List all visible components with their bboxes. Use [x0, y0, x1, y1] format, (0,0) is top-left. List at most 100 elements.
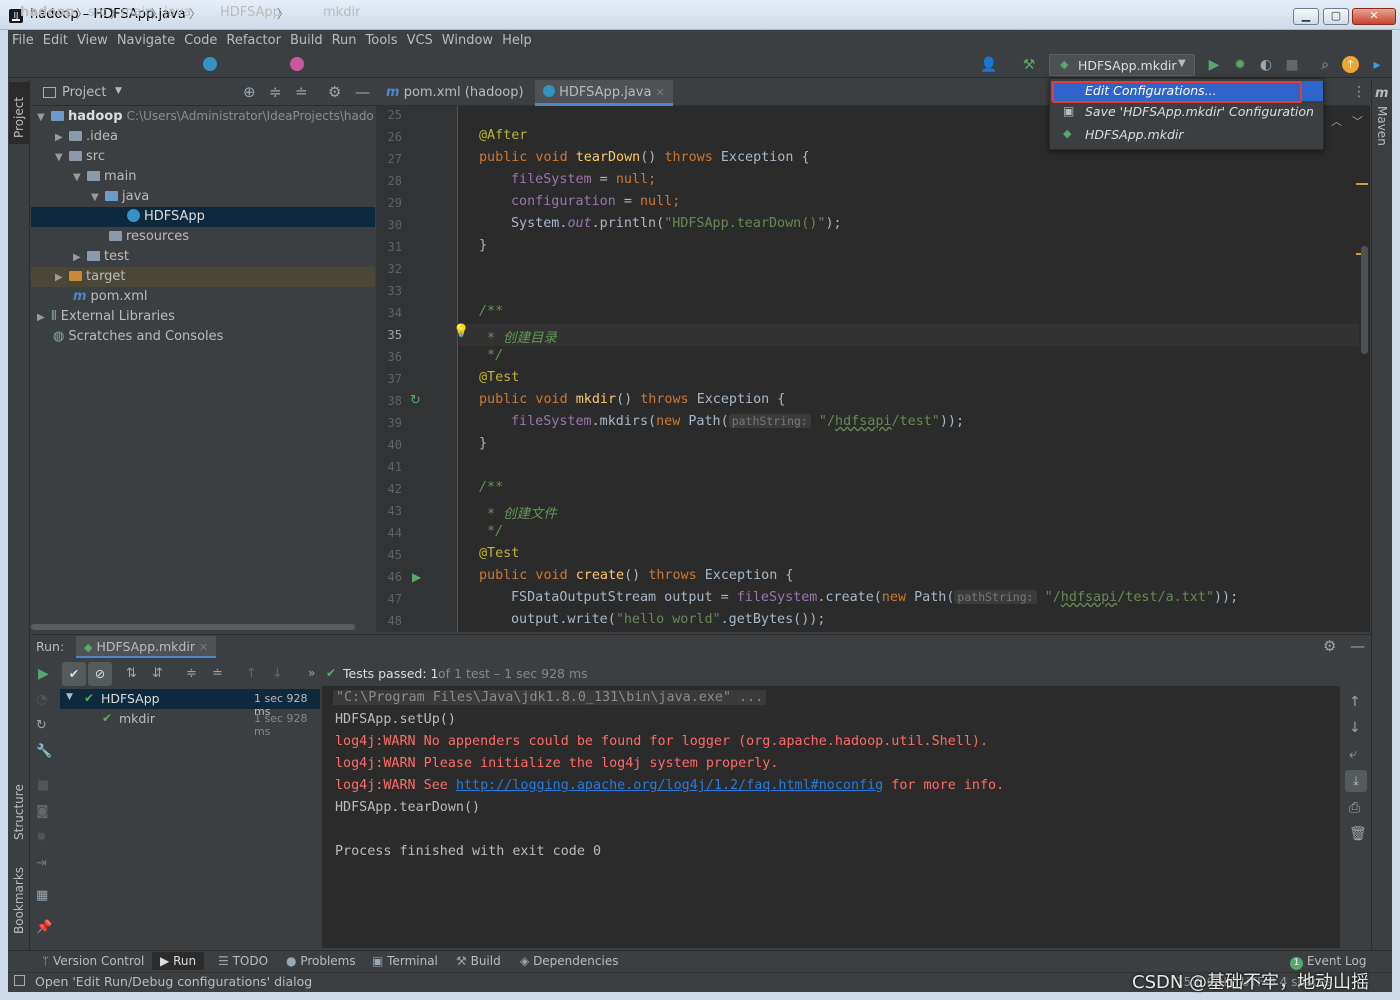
- status-toggle-icon[interactable]: [14, 975, 25, 986]
- menu-view[interactable]: View: [73, 30, 113, 48]
- tab-terminal[interactable]: ▣ Terminal: [372, 954, 438, 968]
- toggle-auto-test-icon[interactable]: ◔: [36, 692, 47, 707]
- line-number[interactable]: 27: [376, 152, 402, 166]
- run-test-icon[interactable]: ↻: [410, 393, 421, 408]
- layout-icon[interactable]: ▦: [36, 888, 48, 903]
- expand-all-icon[interactable]: ≑: [186, 666, 197, 681]
- maven-tool-label[interactable]: Maven: [1375, 106, 1389, 146]
- minimize-button[interactable]: ▁: [1293, 8, 1319, 25]
- line-number[interactable]: 43: [376, 504, 402, 518]
- breadcrumb-java[interactable]: java: [164, 5, 191, 20]
- sort-duration-icon[interactable]: ⇵: [152, 666, 163, 681]
- menu-file[interactable]: File: [8, 30, 39, 48]
- tree-root[interactable]: ▼ hadoop C:\Users\Administrator\IdeaProje…: [31, 107, 375, 127]
- coverage-icon[interactable]: ◐: [1257, 56, 1275, 74]
- editor-scrollbar[interactable]: [1361, 246, 1368, 354]
- tree-item-src[interactable]: ▼ src: [31, 147, 375, 167]
- tree-item-pom[interactable]: m pom.xml: [31, 287, 375, 307]
- search-icon[interactable]: ⌕: [1316, 56, 1334, 74]
- line-number[interactable]: 32: [376, 262, 402, 276]
- line-number[interactable]: 41: [376, 460, 402, 474]
- wrench-icon[interactable]: 🔧: [36, 744, 52, 759]
- breadcrumb-project[interactable]: hadoop: [20, 5, 75, 20]
- sort-alpha-icon[interactable]: ⇅: [126, 666, 137, 681]
- line-number[interactable]: 25: [376, 108, 402, 122]
- more-icon[interactable]: »: [308, 666, 315, 680]
- scroll-up-icon[interactable]: ↑: [1349, 694, 1361, 710]
- previous-failed-icon[interactable]: ↑: [246, 666, 257, 681]
- test-tree-row[interactable]: ▼ ✔ HDFSApp 1 sec 928 ms: [60, 689, 320, 718]
- line-number[interactable]: 47: [376, 592, 402, 606]
- bulb-icon[interactable]: 💡: [453, 324, 469, 339]
- breadcrumb-class[interactable]: HDFSApp: [220, 5, 281, 20]
- rerun-icon[interactable]: ▶: [38, 666, 49, 682]
- menu-run[interactable]: Run: [328, 30, 362, 48]
- hide-icon[interactable]: —: [355, 83, 370, 101]
- line-number[interactable]: 44: [376, 526, 402, 540]
- close-tab-icon[interactable]: ✕: [199, 641, 208, 654]
- tab-hdfsapp[interactable]: HDFSApp.java ✕: [535, 80, 673, 106]
- tab-build[interactable]: ⚒ Build: [456, 954, 501, 968]
- run-test-icon[interactable]: ▶: [412, 570, 421, 584]
- tree-item-test[interactable]: ▶ test: [31, 247, 375, 267]
- breadcrumb-main[interactable]: main: [121, 5, 153, 20]
- gear-icon[interactable]: ⚙: [1323, 637, 1336, 655]
- tab-version-control[interactable]: ᛘ Version Control: [42, 954, 144, 968]
- console-output[interactable]: [322, 686, 1340, 948]
- menu-tools[interactable]: Tools: [362, 30, 403, 48]
- project-tool-label[interactable]: Project: [12, 88, 26, 138]
- line-number[interactable]: 37: [376, 372, 402, 386]
- menu-build[interactable]: Build: [286, 30, 328, 48]
- pin-icon[interactable]: 📌: [36, 920, 52, 935]
- line-number[interactable]: 38: [376, 394, 402, 408]
- menu-refactor[interactable]: Refactor: [222, 30, 286, 48]
- tree-item-target[interactable]: ▶ target: [31, 267, 375, 287]
- collapse-all-icon[interactable]: ≐: [295, 83, 308, 101]
- chevron-up-icon[interactable]: ︿: [1331, 113, 1342, 129]
- tree-item-idea[interactable]: ▶ .idea: [31, 127, 375, 147]
- close-window-button[interactable]: ✕: [1352, 8, 1396, 25]
- menu-vcs[interactable]: VCS: [403, 30, 438, 48]
- line-number[interactable]: 46: [376, 570, 402, 584]
- run-configuration-selector[interactable]: ◆ HDFSApp.mkdir ▼: [1049, 54, 1195, 76]
- line-number[interactable]: 29: [376, 196, 402, 210]
- project-scrollbar[interactable]: [31, 624, 355, 630]
- test-tree-row[interactable]: ✔ mkdir 1 sec 928 ms: [60, 709, 320, 738]
- bookmarks-tool-label[interactable]: Bookmarks: [12, 858, 26, 934]
- stop-icon[interactable]: ■: [37, 778, 49, 793]
- close-tab-icon[interactable]: ✕: [656, 86, 665, 99]
- line-number[interactable]: 34: [376, 306, 402, 320]
- project-view-selector[interactable]: Project: [62, 85, 106, 100]
- structure-tool-label[interactable]: Structure: [12, 768, 26, 840]
- tab-pom[interactable]: m pom.xml (hadoop): [378, 80, 532, 106]
- tab-problems[interactable]: ● Problems: [286, 954, 356, 968]
- camera-icon[interactable]: ◙: [36, 804, 49, 819]
- line-number[interactable]: 28: [376, 174, 402, 188]
- bug-icon[interactable]: ✹: [36, 830, 47, 845]
- stop-icon[interactable]: ■: [1283, 56, 1301, 74]
- chevron-down-icon[interactable]: ﹀: [1352, 113, 1363, 129]
- scroll-to-end-icon[interactable]: ⤓: [1345, 770, 1367, 792]
- update-icon[interactable]: ↑: [1342, 56, 1359, 73]
- console-command-line[interactable]: "C:\Program Files\Java\jdk1.8.0_131\bin\…: [333, 690, 767, 705]
- debug-icon[interactable]: ✹: [1231, 56, 1249, 74]
- menu-code[interactable]: Code: [180, 30, 222, 48]
- tab-run[interactable]: ▶ Run: [152, 952, 205, 970]
- line-number[interactable]: 33: [376, 284, 402, 298]
- locate-file-icon[interactable]: ⊕: [243, 83, 256, 101]
- run-tab-hdfsapp-mkdir[interactable]: ◆ HDFSApp.mkdir ✕: [76, 636, 217, 658]
- menu-window[interactable]: Window: [438, 30, 498, 48]
- soft-wrap-icon[interactable]: ⤶: [1349, 746, 1357, 762]
- user-icon[interactable]: 👤: [980, 56, 998, 74]
- tab-todo[interactable]: ☰ TODO: [218, 954, 268, 968]
- menu-help[interactable]: Help: [498, 30, 537, 48]
- tree-item-java[interactable]: ▼ java: [31, 187, 375, 207]
- code-with-me-icon[interactable]: ▸: [1368, 56, 1386, 74]
- menu-navigate[interactable]: Navigate: [113, 30, 180, 48]
- tree-item-resources[interactable]: resources: [31, 227, 375, 247]
- tree-item-scratches[interactable]: ◍ Scratches and Consoles: [31, 327, 375, 347]
- breadcrumb-src[interactable]: src: [88, 5, 107, 20]
- breadcrumb-method[interactable]: mkdir: [323, 5, 360, 20]
- chevron-down-icon[interactable]: ▼: [115, 86, 122, 96]
- line-number[interactable]: 35: [376, 328, 402, 342]
